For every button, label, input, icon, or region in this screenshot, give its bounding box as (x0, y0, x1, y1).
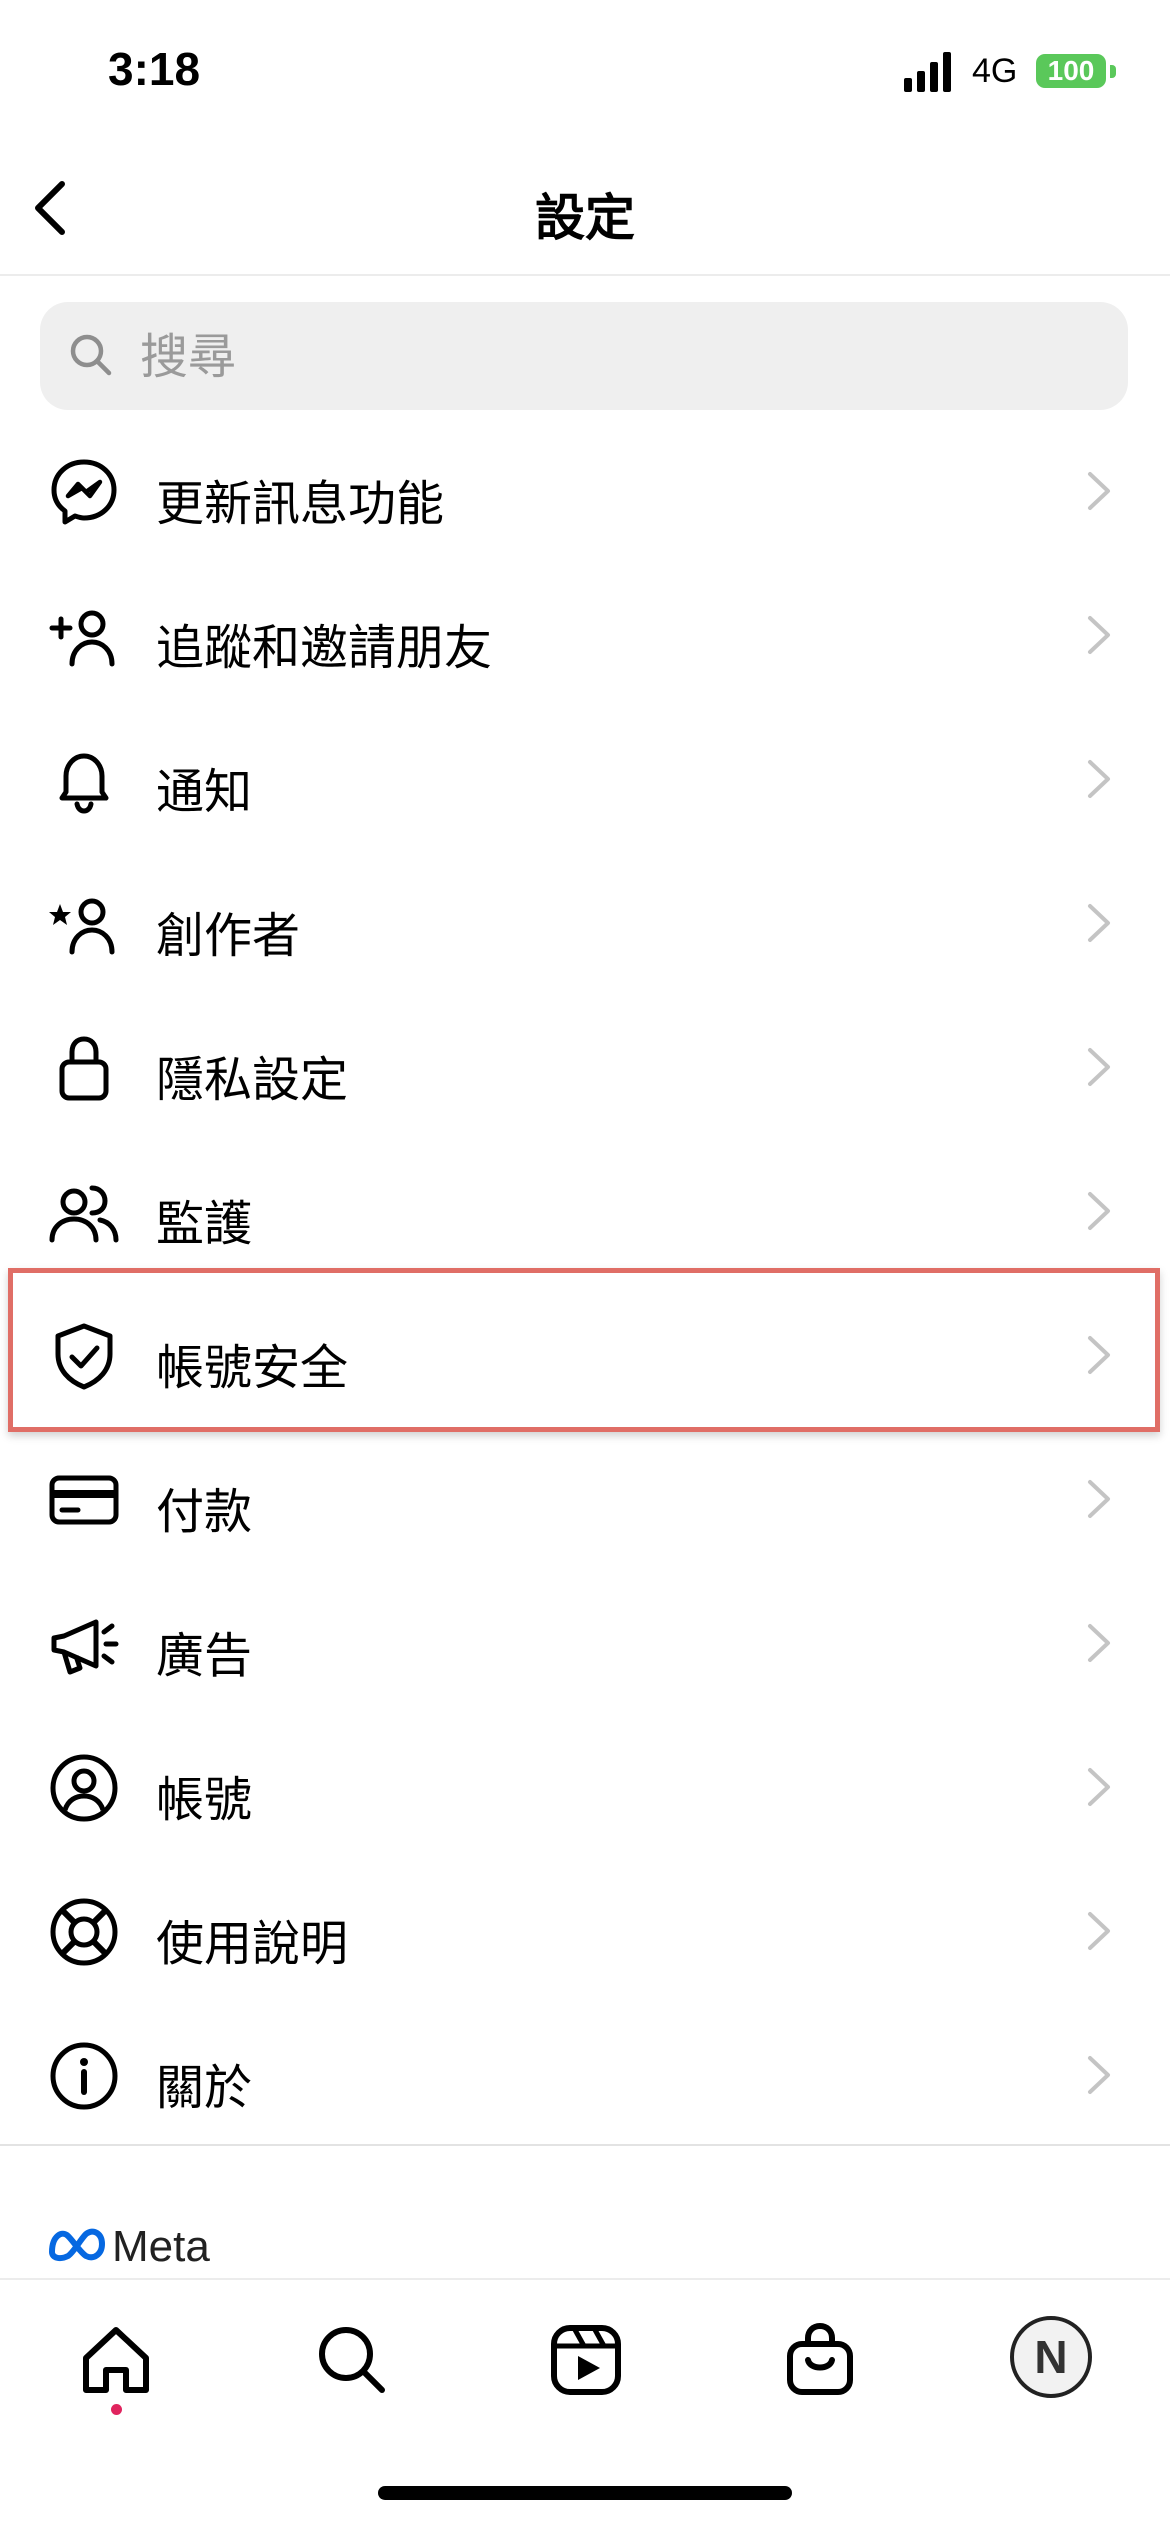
meta-infinity-icon (49, 2228, 105, 2262)
signal-icon (904, 52, 951, 92)
nav-bar: 設定 (0, 140, 1170, 276)
battery-tip (1110, 65, 1116, 78)
chevron-right-icon (1088, 2056, 1110, 2094)
menu-item-account[interactable]: 帳號 (0, 1714, 1170, 1858)
menu-item-ads[interactable]: 廣告 (0, 1570, 1170, 1714)
account-circle-icon (50, 1754, 118, 1822)
chevron-right-icon (1088, 1480, 1110, 1518)
chevron-right-icon (1088, 1336, 1110, 1374)
menu-item-supervision[interactable]: 監護 (0, 1138, 1170, 1282)
page-title: 設定 (535, 189, 635, 247)
divider (0, 2144, 1170, 2146)
menu-item-label: 監護 (156, 1196, 253, 1252)
info-icon (50, 2042, 118, 2110)
creator-star-person-icon (49, 898, 115, 955)
chevron-right-icon (1088, 472, 1110, 510)
menu-item-about[interactable]: 關於 (0, 2002, 1170, 2146)
menu-item-label: 創作者 (156, 908, 301, 964)
home-indicator[interactable] (378, 2486, 792, 2500)
search-icon (70, 334, 112, 376)
menu-item-label: 通知 (156, 764, 253, 820)
menu-item-label: 追蹤和邀請朋友 (156, 620, 493, 676)
home-icon[interactable] (76, 2320, 156, 2400)
status-bar: 3:18 4G 100 (0, 0, 1170, 140)
search-icon[interactable] (312, 2320, 392, 2400)
notification-dot (111, 2404, 122, 2415)
menu-item-label: 更新訊息功能 (156, 476, 445, 532)
bell-icon (59, 753, 109, 814)
chevron-right-icon (1088, 904, 1110, 942)
menu-item-label: 隱私設定 (156, 1052, 349, 1108)
chevron-right-icon (1088, 1192, 1110, 1230)
chevron-right-icon (1088, 1768, 1110, 1806)
credit-card-icon (49, 1475, 119, 1525)
meta-wordmark: Meta (112, 2222, 210, 2271)
menu-item-updates[interactable]: 更新訊息功能 (0, 418, 1170, 562)
network-type: 4G (972, 52, 1018, 90)
chevron-right-icon (1088, 616, 1110, 654)
chevron-right-icon (1088, 760, 1110, 798)
menu-item-help[interactable]: 使用說明 (0, 1858, 1170, 2002)
clock: 3:18 (108, 43, 201, 95)
menu-item-label: 付款 (156, 1484, 253, 1540)
lifebuoy-icon (50, 1898, 118, 1966)
menu-item-notifications[interactable]: 通知 (0, 706, 1170, 850)
settings-menu: 更新訊息功能 追蹤和邀請朋友 通知 創作者 隱私設定 監護 帳號安全 付款 廣告… (0, 418, 1170, 2146)
menu-item-label: 關於 (156, 2060, 253, 2116)
menu-item-follow-invite[interactable]: 追蹤和邀請朋友 (0, 562, 1170, 706)
search-bar[interactable] (40, 302, 1128, 410)
messenger-icon (51, 459, 117, 525)
menu-item-payments[interactable]: 付款 (0, 1426, 1170, 1570)
profile-avatar[interactable]: N (1010, 2316, 1092, 2398)
menu-item-creator[interactable]: 創作者 (0, 850, 1170, 994)
megaphone-icon (51, 1619, 119, 1675)
menu-item-label: 使用說明 (156, 1916, 349, 1972)
add-person-icon (49, 610, 115, 667)
menu-item-label: 廣告 (156, 1628, 253, 1684)
reels-icon[interactable] (546, 2320, 626, 2400)
search-input[interactable] (138, 320, 1102, 394)
chevron-right-icon (1088, 1048, 1110, 1086)
shop-icon[interactable] (780, 2320, 860, 2400)
battery-icon: 100 (1036, 54, 1106, 88)
chevron-right-icon (1088, 1912, 1110, 1950)
menu-item-label: 帳號安全 (156, 1340, 349, 1396)
supervision-people-icon (49, 1185, 119, 1243)
chevron-right-icon (1088, 1624, 1110, 1662)
menu-item-label: 帳號 (156, 1772, 253, 1828)
lock-icon (59, 1036, 109, 1101)
menu-item-privacy[interactable]: 隱私設定 (0, 994, 1170, 1138)
menu-item-account-security[interactable]: 帳號安全 (0, 1282, 1170, 1426)
shield-check-icon (55, 1323, 113, 1390)
